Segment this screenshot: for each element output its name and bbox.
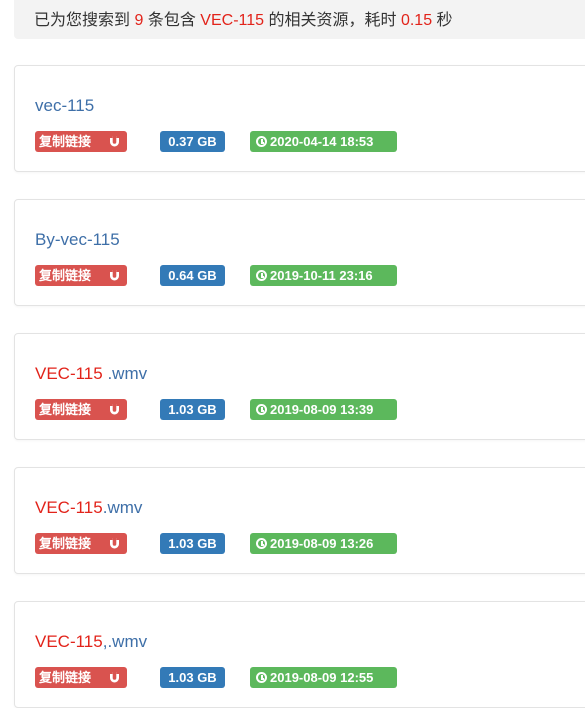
copy-link-label: 复制链接 (39, 134, 92, 149)
summary-unit: 秒 (436, 12, 453, 29)
title-match: VEC-115 (35, 364, 103, 383)
clock-icon (256, 136, 267, 147)
result-card: By-vec-115 复制链接 0.64 GB 2019-10-11 23:16 (14, 199, 585, 306)
magnet-icon (110, 404, 119, 415)
result-title-link[interactable]: VEC-115 .wmv (35, 364, 147, 384)
clock-icon (256, 404, 267, 415)
result-card: VEC-115 .wmv 复制链接 1.03 GB 2019-08-09 13:… (14, 333, 585, 440)
summary-prefix: 已为您搜索到 (34, 12, 131, 29)
date-badge: 2019-08-09 12:55 (250, 667, 397, 688)
date-text: 2020-04-14 18:53 (270, 134, 374, 149)
search-summary: 已为您搜索到 9 条包含 VEC-115 的相关资源，耗时 0.15 秒 (14, 0, 585, 39)
summary-suffix: 的相关资源，耗时 (268, 12, 397, 29)
magnet-icon (110, 538, 119, 549)
clock-icon (256, 538, 267, 549)
magnet-icon (110, 672, 119, 683)
result-count: 9 (134, 12, 144, 29)
magnet-icon (110, 136, 119, 147)
clock-icon (256, 672, 267, 683)
copy-link-button[interactable]: 复制链接 (35, 265, 127, 286)
title-match: VEC-115 (35, 632, 103, 651)
copy-link-label: 复制链接 (39, 402, 92, 417)
date-badge: 2019-08-09 13:39 (250, 399, 397, 420)
result-title-link[interactable]: vec-115 (35, 96, 94, 116)
title-rest: .wmv (102, 364, 148, 383)
magnet-icon (110, 270, 119, 281)
clock-icon (256, 270, 267, 281)
summary-middle: 条包含 (147, 12, 196, 29)
search-time: 0.15 (400, 12, 433, 29)
result-card: vec-115 复制链接 0.37 GB 2020-04-14 18:53 (14, 65, 585, 172)
copy-link-button[interactable]: 复制链接 (35, 399, 127, 420)
title-rest: ,.wmv (102, 632, 148, 651)
copy-link-button[interactable]: 复制链接 (35, 131, 127, 152)
result-title-link[interactable]: By-vec-115 (35, 230, 120, 250)
file-size-badge: 1.03 GB (160, 533, 225, 554)
result-title-link[interactable]: VEC-115,.wmv (35, 632, 147, 652)
date-text: 2019-10-11 23:16 (270, 268, 373, 283)
date-text: 2019-08-09 12:55 (270, 670, 374, 685)
file-size-badge: 0.64 GB (160, 265, 225, 286)
title-match: VEC-115 (35, 498, 103, 517)
title-rest: .wmv (102, 498, 143, 517)
search-keyword: VEC-115 (200, 12, 265, 29)
result-card: VEC-115.wmv 复制链接 1.03 GB 2019-08-09 13:2… (14, 467, 585, 574)
copy-link-button[interactable]: 复制链接 (35, 533, 127, 554)
copy-link-label: 复制链接 (39, 670, 92, 685)
copy-link-label: 复制链接 (39, 536, 92, 551)
date-badge: 2019-08-09 13:26 (250, 533, 397, 554)
date-text: 2019-08-09 13:26 (270, 536, 374, 551)
result-card: VEC-115,.wmv 复制链接 1.03 GB 2019-08-09 12:… (14, 601, 585, 708)
result-title-link[interactable]: VEC-115.wmv (35, 498, 142, 518)
file-size-badge: 1.03 GB (160, 399, 225, 420)
file-size-badge: 1.03 GB (160, 667, 225, 688)
file-size-badge: 0.37 GB (160, 131, 225, 152)
title-rest: vec-115 (35, 96, 95, 115)
date-badge: 2019-10-11 23:16 (250, 265, 397, 286)
copy-link-button[interactable]: 复制链接 (35, 667, 127, 688)
date-text: 2019-08-09 13:39 (270, 402, 374, 417)
date-badge: 2020-04-14 18:53 (250, 131, 397, 152)
copy-link-label: 复制链接 (39, 268, 92, 283)
title-rest: By-vec-115 (35, 230, 120, 249)
